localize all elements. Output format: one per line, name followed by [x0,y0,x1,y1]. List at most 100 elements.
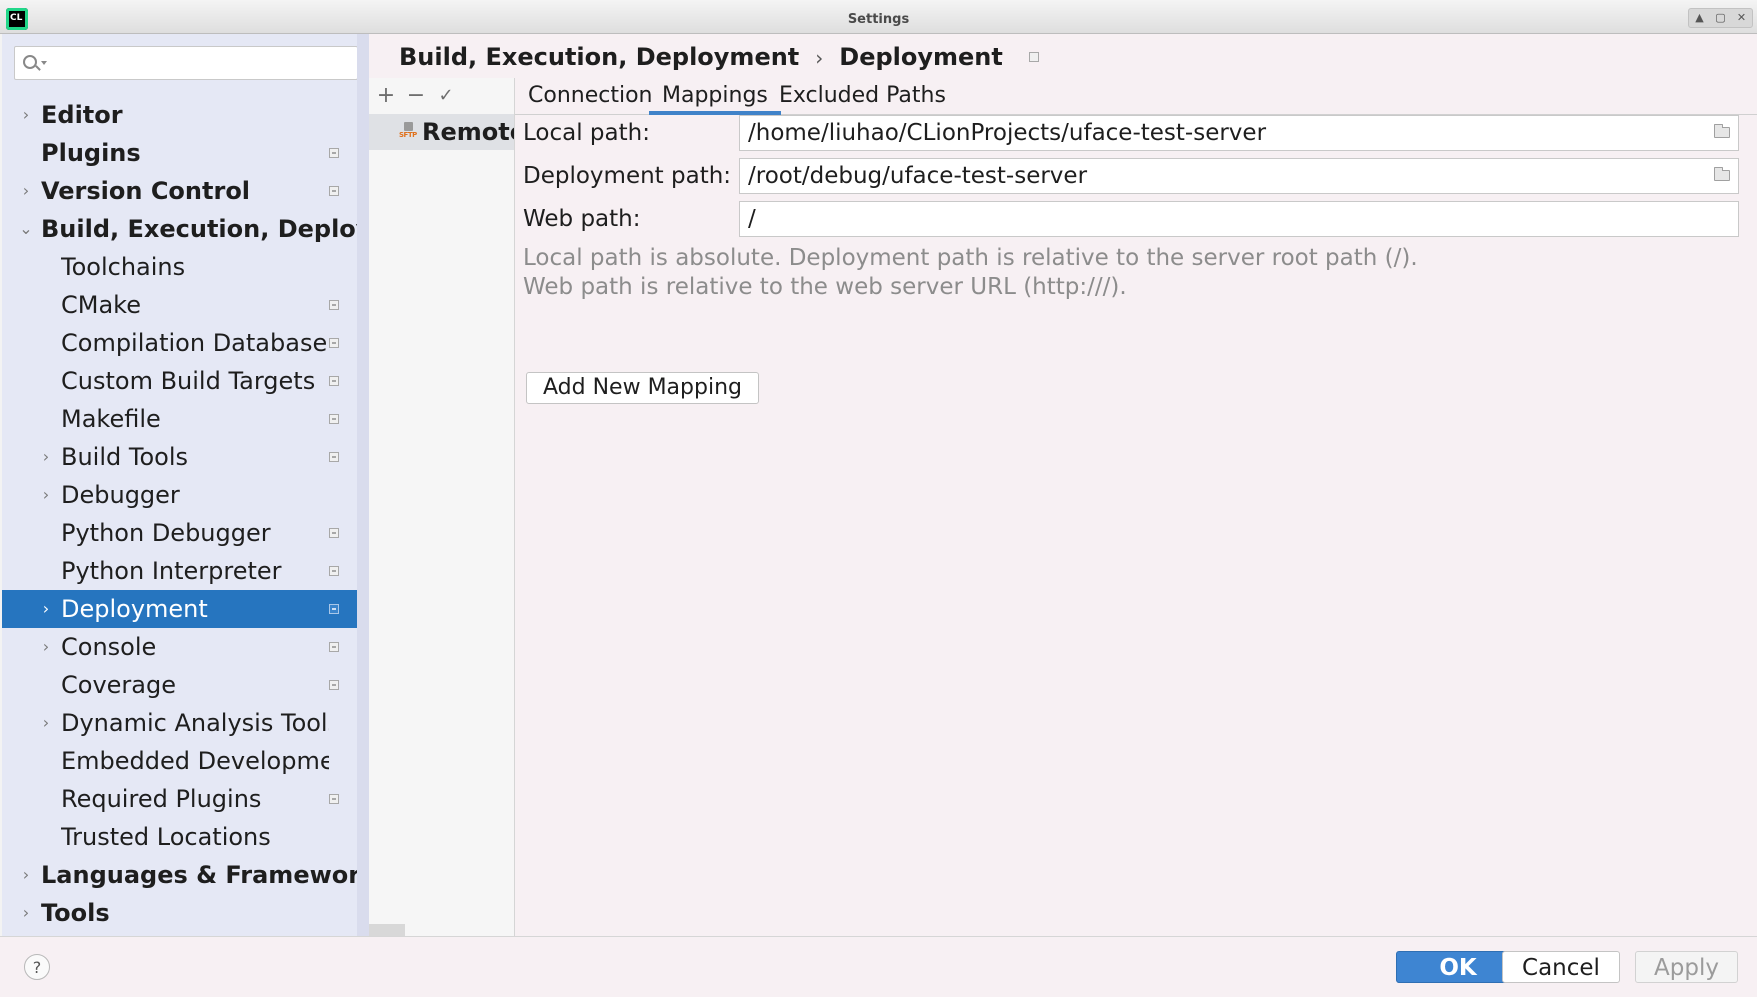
chevron-right-icon[interactable]: › [19,172,33,210]
sidebar-item-label: Dynamic Analysis Tools [61,709,329,737]
dialog-footer: ? OK Cancel Apply [0,936,1757,997]
search-box[interactable] [14,46,358,80]
project-scope-icon [329,186,339,196]
sidebar-item-build-execution-deployment[interactable]: ⌄ Build, Execution, Deployment [2,210,357,248]
sidebar-item-editor[interactable]: › Editor [2,96,357,134]
project-scope-icon [329,148,339,158]
help-button[interactable]: ? [24,954,50,980]
project-scope-icon [1028,52,1039,62]
settings-sidebar: › Editor Plugins › Version Control ⌄ Build, Ex… [2,34,369,936]
chevron-right-icon[interactable]: › [39,628,53,666]
deployment-path-label: Deployment path: [523,163,732,189]
chevron-right-icon[interactable]: › [39,590,53,628]
remove-server-button[interactable]: − [404,82,428,110]
sidebar-item-deployment[interactable]: › Deployment [2,590,357,628]
project-scope-icon [329,566,339,576]
sidebar-item-required-plugins[interactable]: Required Plugins [2,780,357,818]
local-path-field[interactable]: /home/liuhao/CLionProjects/uface-test-se… [739,115,1739,151]
project-scope-icon [329,794,339,804]
sidebar-item-python-debugger[interactable]: Python Debugger [2,514,357,552]
sidebar-item-console[interactable]: › Console [2,628,357,666]
tab-excluded-paths[interactable]: Excluded Paths [766,78,959,114]
sidebar-item-cmake[interactable]: CMake [2,286,357,324]
sidebar-item-embedded-development[interactable]: Embedded Development [2,742,357,780]
sidebar-item-compilation-database[interactable]: Compilation Database [2,324,357,362]
sidebar-item-trusted-locations[interactable]: Trusted Locations [2,818,357,856]
sidebar-item-version-control[interactable]: › Version Control [2,172,357,210]
sidebar-item-label: Version Control [41,177,251,205]
set-default-server-button[interactable]: ✓ [434,82,458,110]
chevron-right-icon[interactable]: › [39,476,53,514]
folder-icon[interactable] [1714,124,1730,138]
chevron-right-icon[interactable]: › [39,704,53,742]
project-scope-icon [329,376,339,386]
search-icon[interactable] [23,55,37,69]
sidebar-item-tools[interactable]: › Tools [2,894,357,932]
project-scope-icon [329,680,339,690]
path-hint-line2: Web path is relative to the web server U… [523,274,1127,300]
chevron-right-icon[interactable]: › [39,438,53,476]
folder-icon[interactable] [1714,167,1730,181]
close-icon[interactable]: ✕ [1731,9,1752,27]
sidebar-item-label: Languages & Frameworks [41,861,357,889]
sidebar-item-coverage[interactable]: Coverage [2,666,357,704]
window-controls: ▲ ▢ ✕ [1688,8,1753,28]
breadcrumb-parent[interactable]: Build, Execution, Deployment [399,43,799,71]
search-options-icon[interactable] [41,61,47,65]
sidebar-item-debugger[interactable]: › Debugger [2,476,357,514]
project-scope-icon [329,338,339,348]
restore-icon[interactable]: ▢ [1710,9,1731,27]
maximize-icon[interactable]: ▲ [1689,9,1710,27]
cancel-button[interactable]: Cancel [1502,951,1620,983]
deployment-content: Connection Mappings Excluded Paths Local… [515,78,1757,936]
project-scope-icon [329,642,339,652]
sidebar-item-label: Trusted Locations [61,823,271,851]
web-path-field[interactable]: / [739,201,1739,237]
project-scope-icon [329,414,339,424]
sidebar-item-python-interpreter[interactable]: Python Interpreter [2,552,357,590]
tab-mappings[interactable]: Mappings [649,78,781,115]
sidebar-item-makefile[interactable]: Makefile [2,400,357,438]
settings-main-panel: Build, Execution, Deployment › Deployment … [369,34,1757,936]
sidebar-item-label: CMake [61,291,141,319]
sidebar-item-label: Coverage [61,671,176,699]
sidebar-item-toolchains[interactable]: Toolchains [2,248,357,286]
sidebar-item-label: Build, Execution, Deployment [41,215,357,243]
sidebar-item-label: Console [61,633,157,661]
sidebar-item-label: Embedded Development [61,747,329,775]
deployment-path-value: /root/debug/uface-test-server [748,163,1088,189]
breadcrumb-current: Deployment [839,43,1003,71]
sidebar-scrollbar[interactable] [357,34,369,936]
server-name: Remote [422,118,514,146]
sidebar-item-languages-frameworks[interactable]: › Languages & Frameworks [2,856,357,894]
chevron-right-icon[interactable]: › [19,856,33,894]
project-scope-icon [329,300,339,310]
sidebar-item-label: Makefile [61,405,161,433]
sidebar-item-custom-build-targets[interactable]: Custom Build Targets [2,362,357,400]
server-toolbar: + − ✓ [369,78,515,114]
sidebar-item-build-tools[interactable]: › Build Tools [2,438,357,476]
chevron-right-icon[interactable]: › [19,894,33,932]
local-path-row: Local path: /home/liuhao/CLionProjects/u… [523,115,1751,151]
sidebar-item-label: Debugger [61,481,180,509]
server-item-remote[interactable]: SFTP Remote [369,114,514,150]
project-scope-icon [329,604,339,614]
sidebar-item-dynamic-analysis-tools[interactable]: › Dynamic Analysis Tools [2,704,357,742]
sftp-server-icon: SFTP [399,122,417,140]
chevron-right-icon[interactable]: › [19,96,33,134]
server-list-scrollbar[interactable] [369,924,405,936]
window-title: Settings [847,12,910,27]
add-server-button[interactable]: + [374,82,398,110]
settings-tree: › Editor Plugins › Version Control ⌄ Build, Ex… [2,96,357,932]
sidebar-item-label: Custom Build Targets [61,367,316,395]
breadcrumb: Build, Execution, Deployment › Deployment [399,43,1039,71]
chevron-down-icon[interactable]: ⌄ [19,210,33,248]
local-path-value: /home/liuhao/CLionProjects/uface-test-se… [748,120,1267,146]
tab-connection[interactable]: Connection [515,78,665,114]
add-new-mapping-button[interactable]: Add New Mapping [526,372,759,404]
sidebar-item-label: Plugins [41,139,141,167]
search-input[interactable] [51,51,355,77]
apply-button[interactable]: Apply [1635,951,1738,983]
sidebar-item-plugins[interactable]: Plugins [2,134,357,172]
deployment-path-field[interactable]: /root/debug/uface-test-server [739,158,1739,194]
